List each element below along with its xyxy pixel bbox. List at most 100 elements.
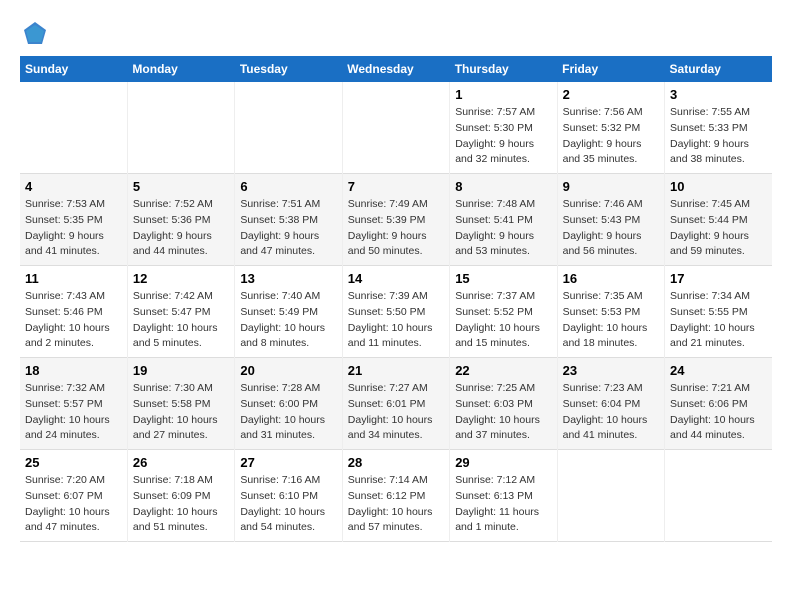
day-info: Sunrise: 7:46 AM Sunset: 5:43 PM Dayligh… <box>563 197 659 260</box>
calendar-cell: 11 Sunrise: 7:43 AM Sunset: 5:46 PM Dayli… <box>20 266 127 358</box>
day-number: 14 <box>348 271 444 286</box>
calendar-cell: 14Sunrise: 7:39 AM Sunset: 5:50 PM Dayli… <box>342 266 449 358</box>
calendar-cell: 20 Sunrise: 7:28 AM Sunset: 6:00 PM Dayli… <box>235 358 342 450</box>
col-header-tuesday: Tuesday <box>235 56 342 82</box>
day-number: 20 <box>240 363 336 378</box>
day-info: Sunrise: 7:18 AM Sunset: 6:09 PM Dayligh… <box>133 473 229 536</box>
calendar-cell: 10 Sunrise: 7:45 AM Sunset: 5:44 PM Dayli… <box>665 174 772 266</box>
calendar-cell <box>665 450 772 542</box>
day-number: 1 <box>455 87 551 102</box>
day-number: 25 <box>25 455 122 470</box>
day-info: Sunrise: 7:49 AM Sunset: 5:39 PM Dayligh… <box>348 197 444 260</box>
calendar-cell: 9 Sunrise: 7:46 AM Sunset: 5:43 PM Daylig… <box>557 174 664 266</box>
day-info: Sunrise: 7:43 AM Sunset: 5:46 PM Dayligh… <box>25 289 122 352</box>
day-number: 12 <box>133 271 229 286</box>
day-number: 13 <box>240 271 336 286</box>
col-header-monday: Monday <box>127 56 234 82</box>
calendar-cell: 2 Sunrise: 7:56 AM Sunset: 5:32 PM Daylig… <box>557 82 664 174</box>
calendar-cell <box>342 82 449 174</box>
col-header-saturday: Saturday <box>665 56 772 82</box>
day-info: Sunrise: 7:42 AM Sunset: 5:47 PM Dayligh… <box>133 289 229 352</box>
day-number: 16 <box>563 271 659 286</box>
calendar-cell: 13 Sunrise: 7:40 AM Sunset: 5:49 PM Dayli… <box>235 266 342 358</box>
day-info: Sunrise: 7:25 AM Sunset: 6:03 PM Dayligh… <box>455 381 551 444</box>
calendar-cell: 26 Sunrise: 7:18 AM Sunset: 6:09 PM Dayli… <box>127 450 234 542</box>
day-info: Sunrise: 7:30 AM Sunset: 5:58 PM Dayligh… <box>133 381 229 444</box>
calendar-cell: 18Sunrise: 7:32 AM Sunset: 5:57 PM Dayli… <box>20 358 127 450</box>
day-number: 19 <box>133 363 229 378</box>
calendar-cell: 19 Sunrise: 7:30 AM Sunset: 5:58 PM Dayli… <box>127 358 234 450</box>
calendar-cell: 23 Sunrise: 7:23 AM Sunset: 6:04 PM Dayli… <box>557 358 664 450</box>
day-info: Sunrise: 7:21 AM Sunset: 6:06 PM Dayligh… <box>670 381 767 444</box>
day-info: Sunrise: 7:16 AM Sunset: 6:10 PM Dayligh… <box>240 473 336 536</box>
calendar-cell: 6 Sunrise: 7:51 AM Sunset: 5:38 PM Daylig… <box>235 174 342 266</box>
day-info: Sunrise: 7:52 AM Sunset: 5:36 PM Dayligh… <box>133 197 229 260</box>
day-info: Sunrise: 7:57 AM Sunset: 5:30 PM Dayligh… <box>455 105 551 168</box>
calendar-cell: 7 Sunrise: 7:49 AM Sunset: 5:39 PM Daylig… <box>342 174 449 266</box>
day-info: Sunrise: 7:34 AM Sunset: 5:55 PM Dayligh… <box>670 289 767 352</box>
day-info: Sunrise: 7:53 AM Sunset: 5:35 PM Dayligh… <box>25 197 122 260</box>
page-header <box>20 20 772 46</box>
day-info: Sunrise: 7:40 AM Sunset: 5:49 PM Dayligh… <box>240 289 336 352</box>
calendar-cell: 4 Sunrise: 7:53 AM Sunset: 5:35 PM Daylig… <box>20 174 127 266</box>
day-number: 10 <box>670 179 767 194</box>
calendar-cell: 29 Sunrise: 7:12 AM Sunset: 6:13 PM Dayli… <box>450 450 557 542</box>
day-number: 6 <box>240 179 336 194</box>
day-number: 27 <box>240 455 336 470</box>
calendar-cell: 17 Sunrise: 7:34 AM Sunset: 5:55 PM Dayli… <box>665 266 772 358</box>
day-number: 11 <box>25 271 122 286</box>
day-number: 24 <box>670 363 767 378</box>
calendar-cell: 1 Sunrise: 7:57 AM Sunset: 5:30 PM Daylig… <box>450 82 557 174</box>
day-number: 15 <box>455 271 551 286</box>
day-info: Sunrise: 7:37 AM Sunset: 5:52 PM Dayligh… <box>455 289 551 352</box>
day-number: 4 <box>25 179 122 194</box>
day-info: Sunrise: 7:27 AM Sunset: 6:01 PM Dayligh… <box>348 381 444 444</box>
col-header-thursday: Thursday <box>450 56 557 82</box>
calendar-cell: 15 Sunrise: 7:37 AM Sunset: 5:52 PM Dayli… <box>450 266 557 358</box>
calendar-cell: 8 Sunrise: 7:48 AM Sunset: 5:41 PM Daylig… <box>450 174 557 266</box>
day-info: Sunrise: 7:20 AM Sunset: 6:07 PM Dayligh… <box>25 473 122 536</box>
calendar-cell <box>235 82 342 174</box>
day-info: Sunrise: 7:45 AM Sunset: 5:44 PM Dayligh… <box>670 197 767 260</box>
day-info: Sunrise: 7:28 AM Sunset: 6:00 PM Dayligh… <box>240 381 336 444</box>
day-info: Sunrise: 7:56 AM Sunset: 5:32 PM Dayligh… <box>563 105 659 168</box>
calendar-cell: 27 Sunrise: 7:16 AM Sunset: 6:10 PM Dayli… <box>235 450 342 542</box>
calendar-table: SundayMondayTuesdayWednesdayThursdayFrid… <box>20 56 772 542</box>
day-number: 9 <box>563 179 659 194</box>
day-info: Sunrise: 7:55 AM Sunset: 5:33 PM Dayligh… <box>670 105 767 168</box>
calendar-cell: 3 Sunrise: 7:55 AM Sunset: 5:33 PM Daylig… <box>665 82 772 174</box>
calendar-cell: 28Sunrise: 7:14 AM Sunset: 6:12 PM Dayli… <box>342 450 449 542</box>
col-header-wednesday: Wednesday <box>342 56 449 82</box>
day-number: 5 <box>133 179 229 194</box>
day-info: Sunrise: 7:12 AM Sunset: 6:13 PM Dayligh… <box>455 473 551 536</box>
calendar-cell: 12 Sunrise: 7:42 AM Sunset: 5:47 PM Dayli… <box>127 266 234 358</box>
logo <box>20 20 50 46</box>
day-number: 21 <box>348 363 444 378</box>
calendar-cell: 16Sunrise: 7:35 AM Sunset: 5:53 PM Dayli… <box>557 266 664 358</box>
day-number: 22 <box>455 363 551 378</box>
day-number: 17 <box>670 271 767 286</box>
day-number: 3 <box>670 87 767 102</box>
calendar-cell <box>20 82 127 174</box>
calendar-cell: 5 Sunrise: 7:52 AM Sunset: 5:36 PM Daylig… <box>127 174 234 266</box>
calendar-cell <box>127 82 234 174</box>
day-number: 7 <box>348 179 444 194</box>
col-header-sunday: Sunday <box>20 56 127 82</box>
logo-icon <box>22 20 48 46</box>
day-number: 28 <box>348 455 444 470</box>
calendar-cell: 22 Sunrise: 7:25 AM Sunset: 6:03 PM Dayli… <box>450 358 557 450</box>
day-number: 2 <box>563 87 659 102</box>
calendar-cell: 25 Sunrise: 7:20 AM Sunset: 6:07 PM Dayli… <box>20 450 127 542</box>
day-info: Sunrise: 7:32 AM Sunset: 5:57 PM Dayligh… <box>25 381 122 444</box>
calendar-cell: 21 Sunrise: 7:27 AM Sunset: 6:01 PM Dayli… <box>342 358 449 450</box>
day-number: 26 <box>133 455 229 470</box>
calendar-cell <box>557 450 664 542</box>
day-number: 23 <box>563 363 659 378</box>
day-info: Sunrise: 7:51 AM Sunset: 5:38 PM Dayligh… <box>240 197 336 260</box>
day-info: Sunrise: 7:48 AM Sunset: 5:41 PM Dayligh… <box>455 197 551 260</box>
col-header-friday: Friday <box>557 56 664 82</box>
day-info: Sunrise: 7:23 AM Sunset: 6:04 PM Dayligh… <box>563 381 659 444</box>
day-number: 29 <box>455 455 551 470</box>
calendar-cell: 24 Sunrise: 7:21 AM Sunset: 6:06 PM Dayli… <box>665 358 772 450</box>
day-number: 8 <box>455 179 551 194</box>
